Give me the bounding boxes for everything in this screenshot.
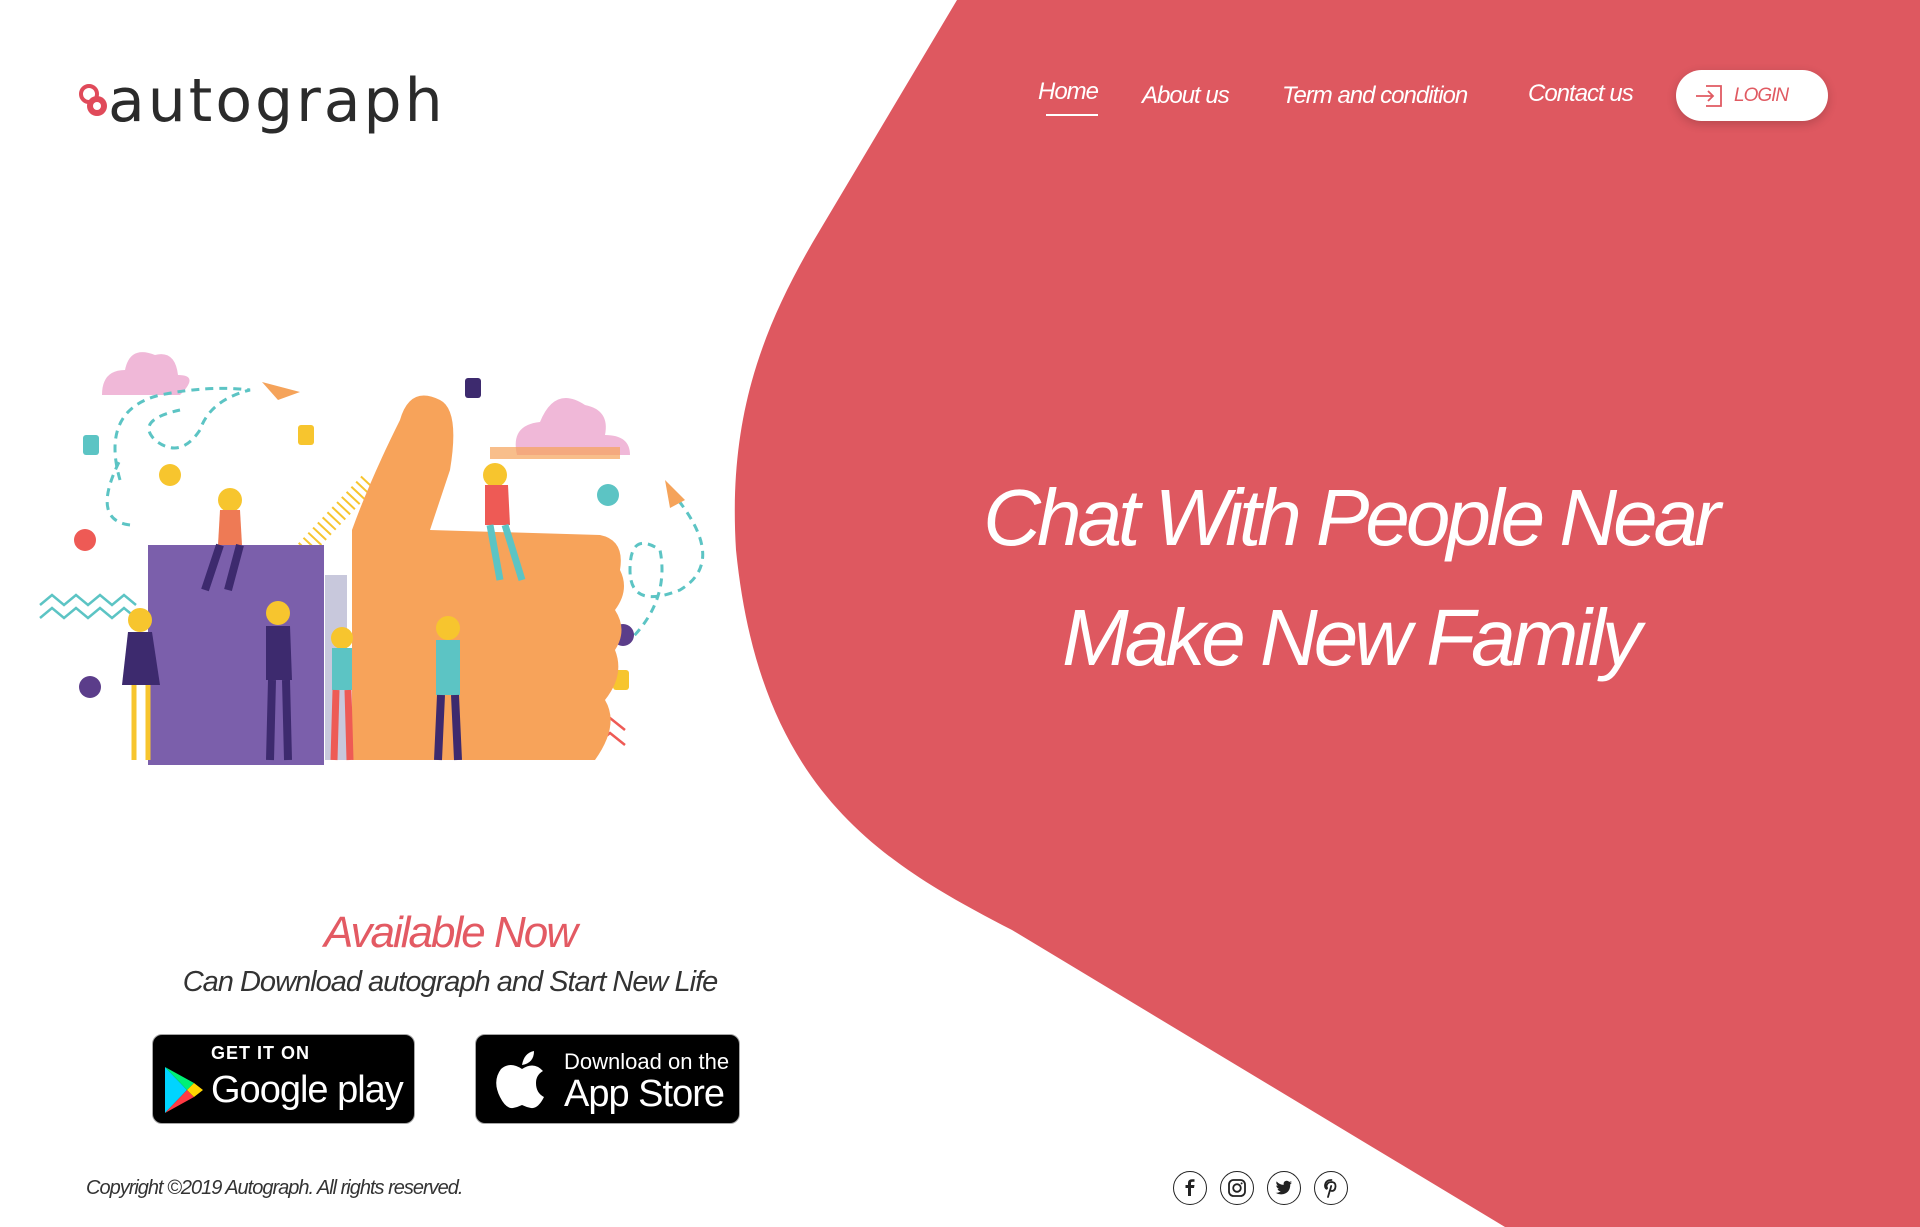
apple-badge-big-text: App Store xyxy=(564,1073,725,1115)
nav-link-home[interactable]: Home xyxy=(1038,78,1099,116)
copyright-text: Copyright ©2019 Autograph. All rights re… xyxy=(86,1177,463,1199)
nav-link-term-and-condition[interactable]: Term and condition xyxy=(1282,82,1468,110)
instagram-icon[interactable] xyxy=(1220,1171,1254,1205)
google-play-badge[interactable]: GET IT ON Google play xyxy=(152,1034,415,1124)
nav-link-contact-us[interactable]: Contact us xyxy=(1528,80,1634,108)
hero-headline-line-1: Chat With People Near xyxy=(983,473,1720,562)
main-navigation: Home About us Term and condition Contact… xyxy=(0,72,1920,122)
nav-link-about-us[interactable]: About us xyxy=(1142,82,1230,110)
google-badge-small-text: GET IT ON xyxy=(211,1043,310,1063)
apple-badge-small-text: Download on the xyxy=(564,1049,730,1074)
available-now-subtitle: Can Download autograph and Start New Lif… xyxy=(182,966,719,998)
google-play-icon xyxy=(165,1067,203,1113)
apple-icon xyxy=(496,1051,544,1109)
login-button[interactable]: LOGIN xyxy=(1676,70,1828,121)
twitter-icon[interactable] xyxy=(1267,1171,1301,1205)
login-label: LOGIN xyxy=(1734,84,1789,106)
facebook-icon[interactable] xyxy=(1173,1171,1207,1205)
thumbs-up-people-illustration xyxy=(39,352,705,765)
available-now-title: Available Now xyxy=(323,908,578,957)
app-store-badge[interactable]: Download on the App Store xyxy=(475,1034,740,1124)
google-badge-big-text: Google play xyxy=(211,1069,404,1111)
hero-headline-line-2: Make New Family xyxy=(1062,593,1642,682)
pinterest-icon[interactable] xyxy=(1314,1171,1348,1205)
login-icon xyxy=(1696,84,1722,107)
